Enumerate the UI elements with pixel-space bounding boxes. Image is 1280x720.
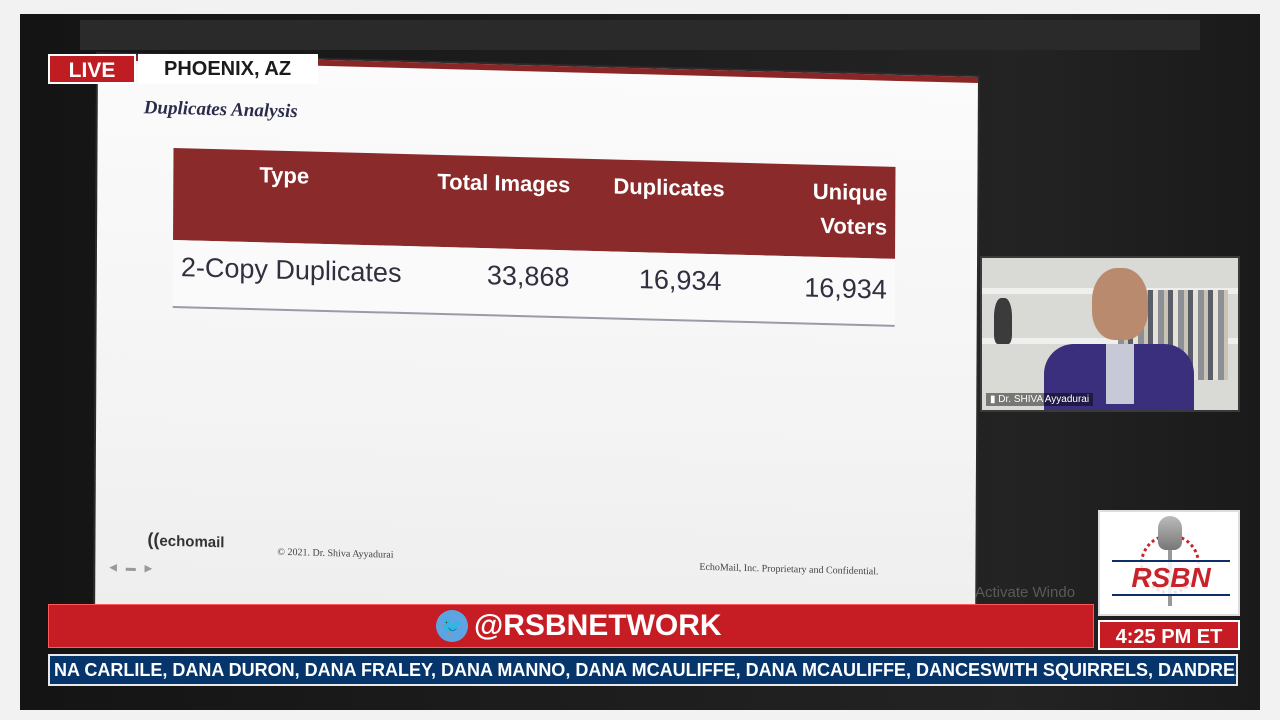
projection-screen: Duplicates Analysis Type Total Images Du… [95,54,978,637]
echomail-icon: (( [147,529,160,550]
echomail-logo-text: echomail [159,532,225,552]
social-handle-bar: 🐦 @RSBNETWORK [48,604,1094,648]
speaker-head [1092,268,1148,340]
header-total-images: Total Images [437,168,571,198]
time-display: 4:25 PM ET [1098,620,1240,650]
microphone-icon [1158,516,1182,550]
location-label: PHOENIX, AZ [138,54,318,84]
pip-name-label: ▮ Dr. SHIVA Ayyadurai [986,393,1094,406]
header-unique-voters: Unique Voters [812,178,888,240]
cell-duplicates: 16,934 [638,264,722,297]
pip-video: ▮ Dr. SHIVA Ayyadurai [980,256,1240,412]
cell-unique-voters: 16,934 [804,272,887,305]
live-badge: LIVE [48,54,136,84]
room-ceiling [80,20,1200,50]
rsbn-logo: RSBN [1098,510,1240,616]
signal-icon: ▮ [990,394,996,405]
slide-confidential: EchoMail, Inc. Proprietary and Confident… [699,561,879,578]
plant [994,298,1012,344]
echomail-logo: ((echomail [147,529,224,552]
twitter-handle: @RSBNETWORK [474,609,722,642]
video-frame: Duplicates Analysis Type Total Images Du… [20,14,1260,710]
duplicates-table: Type Total Images Duplicates Unique Vote… [172,147,896,327]
activate-windows-watermark: Activate Windo [975,584,1076,601]
cell-type: 2-Copy Duplicates [180,252,402,288]
twitter-bird-icon: 🐦 [436,610,468,642]
ticker-text: NA CARLILE, DANA DURON, DANA FRALEY, DAN… [54,660,1238,680]
header-duplicates: Duplicates [613,173,725,202]
name-ticker: NA CARLILE, DANA DURON, DANA FRALEY, DAN… [48,654,1238,686]
cell-total-images: 33,868 [486,260,570,293]
pip-name-text: Dr. SHIVA Ayyadurai [998,394,1090,405]
slide-title: Duplicates Analysis [143,97,298,123]
slide-nav-arrows-icon: ◀ ▬ ▶ [109,562,156,575]
slide-copyright: © 2021. Dr. Shiva Ayyadurai [277,546,394,561]
rsbn-logo-text: RSBN [1112,560,1230,596]
header-type: Type [259,162,310,189]
speaker-shirt [1106,344,1134,404]
